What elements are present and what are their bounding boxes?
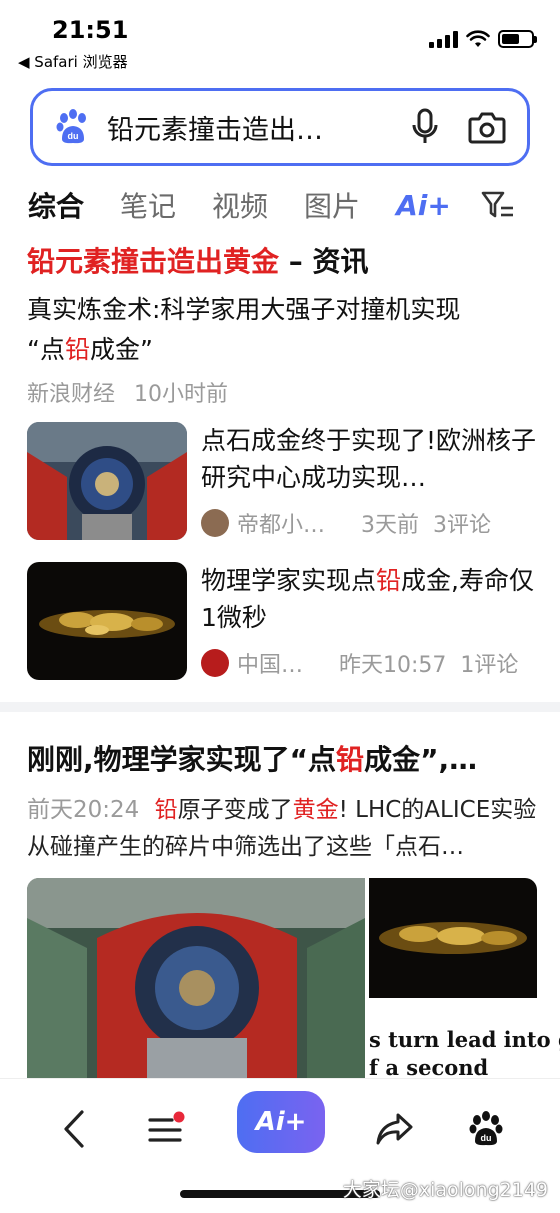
news-item[interactable]: 物理学家实现点铅成金,寿命仅1微秒 中国… 昨天10:57 1评论 <box>27 562 537 682</box>
result-title-article[interactable]: 刚刚,物理学家实现了“点铅成金”,… <box>27 738 537 778</box>
caption-line: s turn lead into go <box>369 1027 560 1052</box>
detector-thumbnail <box>27 422 187 540</box>
cellular-signal-icon <box>429 30 458 48</box>
baidu-paw-icon: du <box>56 109 86 144</box>
title-text: 刚刚,物理学家实现了“点 <box>27 743 337 776</box>
title-text: 成金”,… <box>364 743 478 776</box>
result-tabs: 综合 笔记 视频 图片 Ai+ <box>28 180 560 230</box>
news-headline[interactable]: 真实炼金术:科学家用大强子对撞机实现 “点铅成金” <box>27 290 527 370</box>
title-suffix: – 资讯 <box>279 245 369 278</box>
news-time: 10小时前 <box>134 382 229 407</box>
snippet-highlight: 黄金 <box>292 797 339 823</box>
headline-highlight: 铅 <box>64 335 90 364</box>
microphone-button[interactable] <box>403 105 447 149</box>
gold-thumbnail <box>27 562 187 680</box>
news-item-time: 3天前 <box>361 513 420 538</box>
watermark: 大家坛@xiaolong2149 <box>342 1179 548 1201</box>
headline-text: 真实炼金术:科学家用大强子对撞机实现 <box>27 295 461 324</box>
news-item-title: 点石成金终于实现了!欧洲核子研究中心成功实现… <box>201 426 537 492</box>
news-item-source: 帝都小… <box>237 513 326 538</box>
back-chevron-icon <box>64 1110 84 1148</box>
snippet-highlight: 铅 <box>154 797 178 823</box>
microphone-icon <box>412 108 438 143</box>
news-item-meta: 帝都小… 3天前 3评论 <box>201 507 491 539</box>
title-highlight: 铅 <box>336 743 365 776</box>
svg-text:du: du <box>68 131 79 141</box>
news-item-source: 中国… <box>237 653 304 678</box>
back-button[interactable] <box>44 1099 104 1159</box>
news-item-title: 物理学家实现点铅成金,寿命仅1微秒 <box>201 562 541 636</box>
status-time: 21:51 <box>52 16 129 44</box>
battery-icon <box>498 30 537 48</box>
snippet-text: 原子变成了 <box>177 797 293 823</box>
wifi-icon <box>466 30 490 47</box>
tab-ai[interactable]: Ai+ <box>396 189 451 222</box>
result-title-news[interactable]: 铅元素撞击造出黄金 – 资讯 <box>27 240 369 280</box>
news-item-comments: 3评论 <box>433 513 492 538</box>
avatar <box>201 649 229 677</box>
tab-videos[interactable]: 视频 <box>212 185 268 225</box>
news-item-comments: 1评论 <box>460 653 519 678</box>
status-bar: 21:51 ◀ Safari 浏览器 <box>0 0 560 80</box>
title-highlight: 铅 <box>376 566 402 595</box>
share-button[interactable] <box>364 1099 424 1159</box>
avatar <box>201 509 229 537</box>
section-divider <box>0 702 560 712</box>
home-button[interactable]: du <box>456 1099 516 1159</box>
svg-text:du: du <box>481 1133 492 1143</box>
search-box[interactable]: du 铅元素撞击造出… <box>30 88 530 166</box>
news-item-time: 昨天10:57 <box>339 653 447 678</box>
filter-icon[interactable] <box>481 190 515 220</box>
tab-notes[interactable]: 笔记 <box>120 185 176 225</box>
menu-icon <box>148 1111 185 1142</box>
gold-image[interactable] <box>369 878 537 998</box>
search-input[interactable]: 铅元素撞击造出… <box>107 108 385 147</box>
title-highlight: 铅元素撞击造出黄金 <box>27 245 280 278</box>
menu-button[interactable] <box>136 1099 196 1159</box>
news-item[interactable]: 点石成金终于实现了!欧洲核子研究中心成功实现… 帝都小… 3天前 3评论 <box>27 422 537 542</box>
baidu-paw-icon: du <box>469 1111 503 1146</box>
share-icon <box>376 1113 413 1145</box>
image-caption: s turn lead into go f a second <box>369 1026 560 1082</box>
ai-assistant-button[interactable]: Ai+ <box>237 1091 325 1153</box>
headline-text: 成金” <box>89 335 153 364</box>
article-time: 前天20:24 <box>27 797 140 823</box>
tab-comprehensive[interactable]: 综合 <box>28 185 84 225</box>
detector-image[interactable] <box>27 878 365 1080</box>
article-snippet: 前天20:24 铅原子变成了黄金! LHC的ALICE实验从碰撞产生的碎片中筛选… <box>27 792 537 866</box>
back-to-safari-link[interactable]: ◀ Safari 浏览器 <box>18 51 128 72</box>
news-item-meta: 中国… 昨天10:57 1评论 <box>201 647 518 679</box>
news-source: 新浪财经 <box>27 382 116 407</box>
status-icons <box>429 30 537 48</box>
tab-images[interactable]: 图片 <box>304 185 360 225</box>
title-text: 物理学家实现点 <box>201 566 377 595</box>
news-meta: 新浪财经 10小时前 <box>27 376 228 408</box>
camera-button[interactable] <box>465 105 509 149</box>
headline-text: “点 <box>27 335 65 364</box>
camera-icon <box>468 112 506 144</box>
